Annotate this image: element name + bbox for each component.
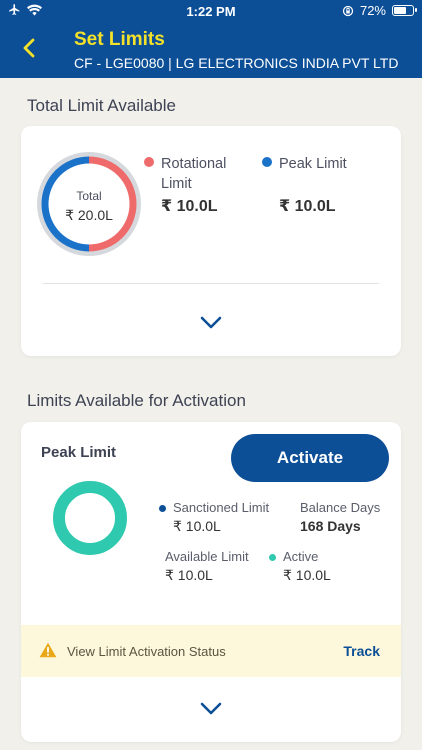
track-link[interactable]: Track xyxy=(343,643,380,659)
battery-percent: 72% xyxy=(359,3,386,18)
donut-total-value: ₹ 20.0L xyxy=(65,207,113,223)
activation-status-banner: View Limit Activation Status Track xyxy=(21,625,401,677)
company-subtitle: CF - LGE0080 | LG ELECTRONICS INDIA PVT … xyxy=(74,55,399,71)
peak-limit-label: Peak Limit xyxy=(279,156,347,172)
available-limit-label: Available Limit xyxy=(165,549,249,564)
peak-limit-amount: ₹ 10.0L xyxy=(279,198,336,215)
rotation-lock-icon xyxy=(342,5,354,16)
battery-icon xyxy=(392,5,417,16)
donut-total-label: Total xyxy=(76,189,102,203)
app-bar: Set Limits CF - LGE0080 | LG ELECTRONICS… xyxy=(0,22,422,78)
rotational-limit-legend: Rotational Limit ₹ 10.0L xyxy=(144,154,244,218)
warning-icon xyxy=(39,642,57,658)
total-limit-card: Total ₹ 20.0L Rotational Limit ₹ 10.0L P… xyxy=(21,126,401,356)
rotational-limit-amount: ₹ 10.0L xyxy=(161,198,218,215)
balance-days-label: Balance Days xyxy=(300,500,381,515)
activation-heading: Limits Available for Activation xyxy=(27,391,246,410)
active-limit-amount: ₹ 10.0L xyxy=(283,567,331,583)
sanctioned-limit-label: Sanctioned Limit xyxy=(173,500,270,515)
chevron-down-icon[interactable] xyxy=(200,702,222,716)
sanctioned-limit-info: Sanctioned Limit ₹ 10.0L xyxy=(159,500,289,540)
balance-days-info: Balance Days 168 Days xyxy=(286,500,386,540)
activation-status-message: View Limit Activation Status xyxy=(67,644,226,659)
peak-limit-legend: Peak Limit ₹ 10.0L xyxy=(262,154,362,218)
active-limit-donut xyxy=(53,481,127,555)
sanctioned-limit-amount: ₹ 10.0L xyxy=(173,518,221,534)
page-title: Set Limits xyxy=(74,29,165,50)
activation-card: Peak Limit Activate Sanctioned Limit ₹ 1… xyxy=(21,422,401,742)
rotational-dot xyxy=(144,157,154,167)
sanctioned-dot xyxy=(159,505,166,512)
balance-days-value: 168 Days xyxy=(300,518,361,534)
peak-limit-card-title: Peak Limit xyxy=(41,444,117,461)
peak-dot xyxy=(262,157,272,167)
active-limit-info: Active ₹ 10.0L xyxy=(269,549,369,589)
total-limit-heading: Total Limit Available xyxy=(27,96,176,115)
chevron-down-icon[interactable] xyxy=(200,316,222,330)
active-limit-label: Active xyxy=(283,549,319,564)
status-bar: 1:22 PM 72% xyxy=(0,0,422,22)
available-limit-info: Available Limit ₹ 10.0L xyxy=(151,549,261,589)
active-dot xyxy=(269,554,276,561)
activate-button[interactable]: Activate xyxy=(231,434,389,482)
available-limit-amount: ₹ 10.0L xyxy=(165,567,213,583)
rotational-limit-label: Rotational Limit xyxy=(161,156,227,192)
card-divider xyxy=(43,283,379,284)
back-arrow-icon[interactable] xyxy=(18,36,42,60)
